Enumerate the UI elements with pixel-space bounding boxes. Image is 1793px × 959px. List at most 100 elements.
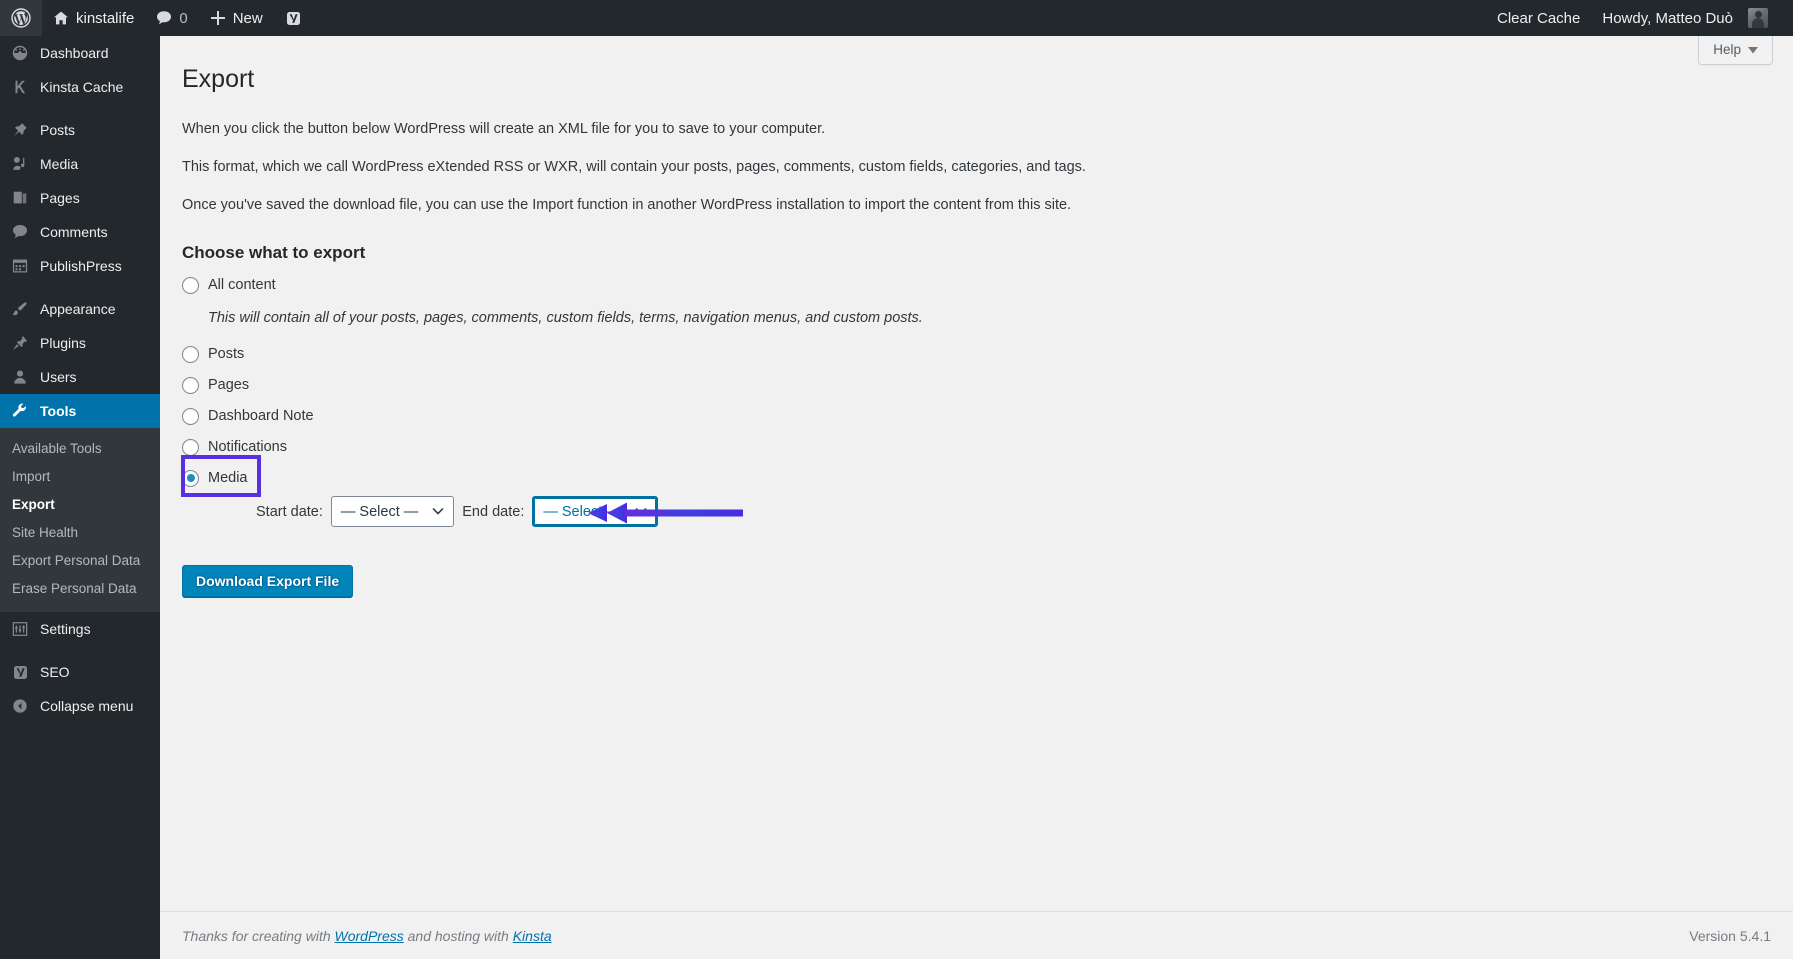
site-name-label: kinstalife (76, 10, 134, 27)
sidebar-item-label: Dashboard (40, 46, 109, 60)
end-date-select[interactable]: — Select — (532, 496, 657, 527)
menu-separator (0, 646, 160, 655)
radio-label-notifications[interactable]: Notifications (208, 439, 287, 455)
kinsta-link[interactable]: Kinsta (513, 928, 552, 944)
submenu-item-erase-personal-data[interactable]: Erase Personal Data (0, 575, 160, 603)
sidebar-item-kinsta-cache[interactable]: Kinsta Cache (0, 70, 160, 104)
clear-cache-label: Clear Cache (1497, 10, 1580, 27)
submenu-item-site-health[interactable]: Site Health (0, 519, 160, 547)
radio-row-posts[interactable]: Posts (182, 346, 1773, 363)
start-date-select[interactable]: — Select — (331, 496, 454, 527)
footer-credit: Thanks for creating with WordPress and h… (182, 928, 552, 944)
sidebar-item-settings[interactable]: Settings (0, 612, 160, 646)
chevron-down-icon (1748, 42, 1758, 57)
sidebar-item-label: Media (40, 157, 78, 171)
dashboard-icon (10, 43, 30, 63)
download-export-file-label: Download Export File (196, 573, 339, 589)
howdy-label: Howdy, Matteo Duò (1602, 10, 1733, 27)
submenu-item-export-personal-data[interactable]: Export Personal Data (0, 547, 160, 575)
export-page-wrap: Export When you click the button below W… (160, 36, 1793, 597)
submenu-item-export[interactable]: Export (0, 491, 160, 519)
end-date-label: End date: (462, 504, 524, 520)
help-button[interactable]: Help (1698, 36, 1773, 65)
avatar (1748, 8, 1768, 28)
choose-what-to-export-heading: Choose what to export (182, 243, 1773, 263)
pin-icon (10, 120, 30, 140)
plus-icon (210, 10, 226, 26)
sidebar-item-label: Plugins (40, 336, 86, 350)
comments-count: 0 (179, 10, 187, 27)
user-icon (10, 367, 30, 387)
radio-row-pages[interactable]: Pages (182, 377, 1773, 394)
yoast-icon (10, 662, 30, 682)
radio-pages[interactable] (182, 377, 199, 394)
radio-label-pages[interactable]: Pages (208, 377, 249, 393)
my-account-menu[interactable]: Howdy, Matteo Duò (1591, 0, 1779, 36)
help-label: Help (1713, 42, 1741, 57)
intro-paragraph-3: Once you've saved the download file, you… (182, 194, 1773, 216)
radio-label-all-content[interactable]: All content (208, 277, 276, 293)
footer-thanks-prefix: Thanks for creating with (182, 928, 335, 944)
sidebar-item-label: Tools (40, 404, 76, 418)
radio-dashboard-note[interactable] (182, 408, 199, 425)
sidebar-item-collapse-menu[interactable]: Collapse menu (0, 689, 160, 723)
footer-thanks-middle: and hosting with (404, 928, 513, 944)
submenu-item-available-tools[interactable]: Available Tools (0, 435, 160, 463)
home-icon (53, 10, 69, 26)
admin-footer: Thanks for creating with WordPress and h… (160, 911, 1793, 959)
tools-submenu: Available Tools Import Export Site Healt… (0, 428, 160, 612)
settings-icon (10, 619, 30, 639)
sidebar-item-publishpress[interactable]: PublishPress (0, 249, 160, 283)
sidebar-item-label: PublishPress (40, 259, 122, 273)
sidebar-item-label: Kinsta Cache (40, 80, 123, 94)
yoast-seo-menu[interactable] (274, 0, 313, 36)
radio-posts[interactable] (182, 346, 199, 363)
page-title: Export (182, 54, 1773, 100)
radio-row-all-content[interactable]: All content (182, 277, 1773, 294)
yoast-icon (285, 10, 302, 27)
radio-all-content[interactable] (182, 277, 199, 294)
download-export-file-button[interactable]: Download Export File (182, 565, 353, 597)
submenu-item-import[interactable]: Import (0, 463, 160, 491)
radio-label-media[interactable]: Media (208, 470, 248, 486)
sidebar-item-appearance[interactable]: Appearance (0, 292, 160, 326)
date-range-row: Start date: — Select — End date: — Selec… (256, 495, 1773, 529)
comments-bubble[interactable]: 0 (145, 0, 198, 36)
sidebar-item-users[interactable]: Users (0, 360, 160, 394)
sidebar-item-plugins[interactable]: Plugins (0, 326, 160, 360)
radio-media[interactable] (182, 470, 199, 487)
sidebar-item-label: Pages (40, 191, 80, 205)
collapse-icon (10, 696, 30, 716)
pages-icon (10, 188, 30, 208)
sidebar-item-dashboard[interactable]: Dashboard (0, 36, 160, 70)
clear-cache-button[interactable]: Clear Cache (1486, 0, 1591, 36)
chevron-down-icon (432, 507, 444, 516)
site-name-menu[interactable]: kinstalife (42, 0, 145, 36)
intro-paragraph-1: When you click the button below WordPres… (182, 118, 1773, 140)
chevron-down-icon (635, 507, 647, 516)
menu-separator (0, 104, 160, 113)
radio-notifications[interactable] (182, 439, 199, 456)
radio-row-dashboard-note[interactable]: Dashboard Note (182, 408, 1773, 425)
sidebar-item-pages[interactable]: Pages (0, 181, 160, 215)
admin-bar: kinstalife 0 New Clear Cache Howdy, Matt… (0, 0, 1793, 36)
admin-sidebar-menu: Dashboard Kinsta Cache Posts Media Pages… (0, 36, 160, 959)
start-date-value: — Select — (341, 504, 418, 520)
radio-label-posts[interactable]: Posts (208, 346, 244, 362)
wp-logo-menu[interactable] (0, 0, 42, 36)
sidebar-item-seo[interactable]: SEO (0, 655, 160, 689)
sidebar-item-comments[interactable]: Comments (0, 215, 160, 249)
calendar-icon (10, 256, 30, 276)
sidebar-item-media[interactable]: Media (0, 147, 160, 181)
intro-paragraph-2: This format, which we call WordPress eXt… (182, 156, 1773, 178)
radio-label-dashboard-note[interactable]: Dashboard Note (208, 408, 314, 424)
kinsta-k-icon (10, 77, 30, 97)
sidebar-item-tools[interactable]: Tools (0, 394, 160, 428)
main-content: Help Export When you click the button be… (160, 36, 1793, 959)
radio-row-media[interactable]: Media (182, 470, 1773, 487)
wordpress-link[interactable]: WordPress (335, 928, 404, 944)
new-content-menu[interactable]: New (199, 0, 274, 36)
sidebar-item-posts[interactable]: Posts (0, 113, 160, 147)
wp-version: Version 5.4.1 (1689, 928, 1771, 944)
radio-row-notifications[interactable]: Notifications (182, 439, 1773, 456)
